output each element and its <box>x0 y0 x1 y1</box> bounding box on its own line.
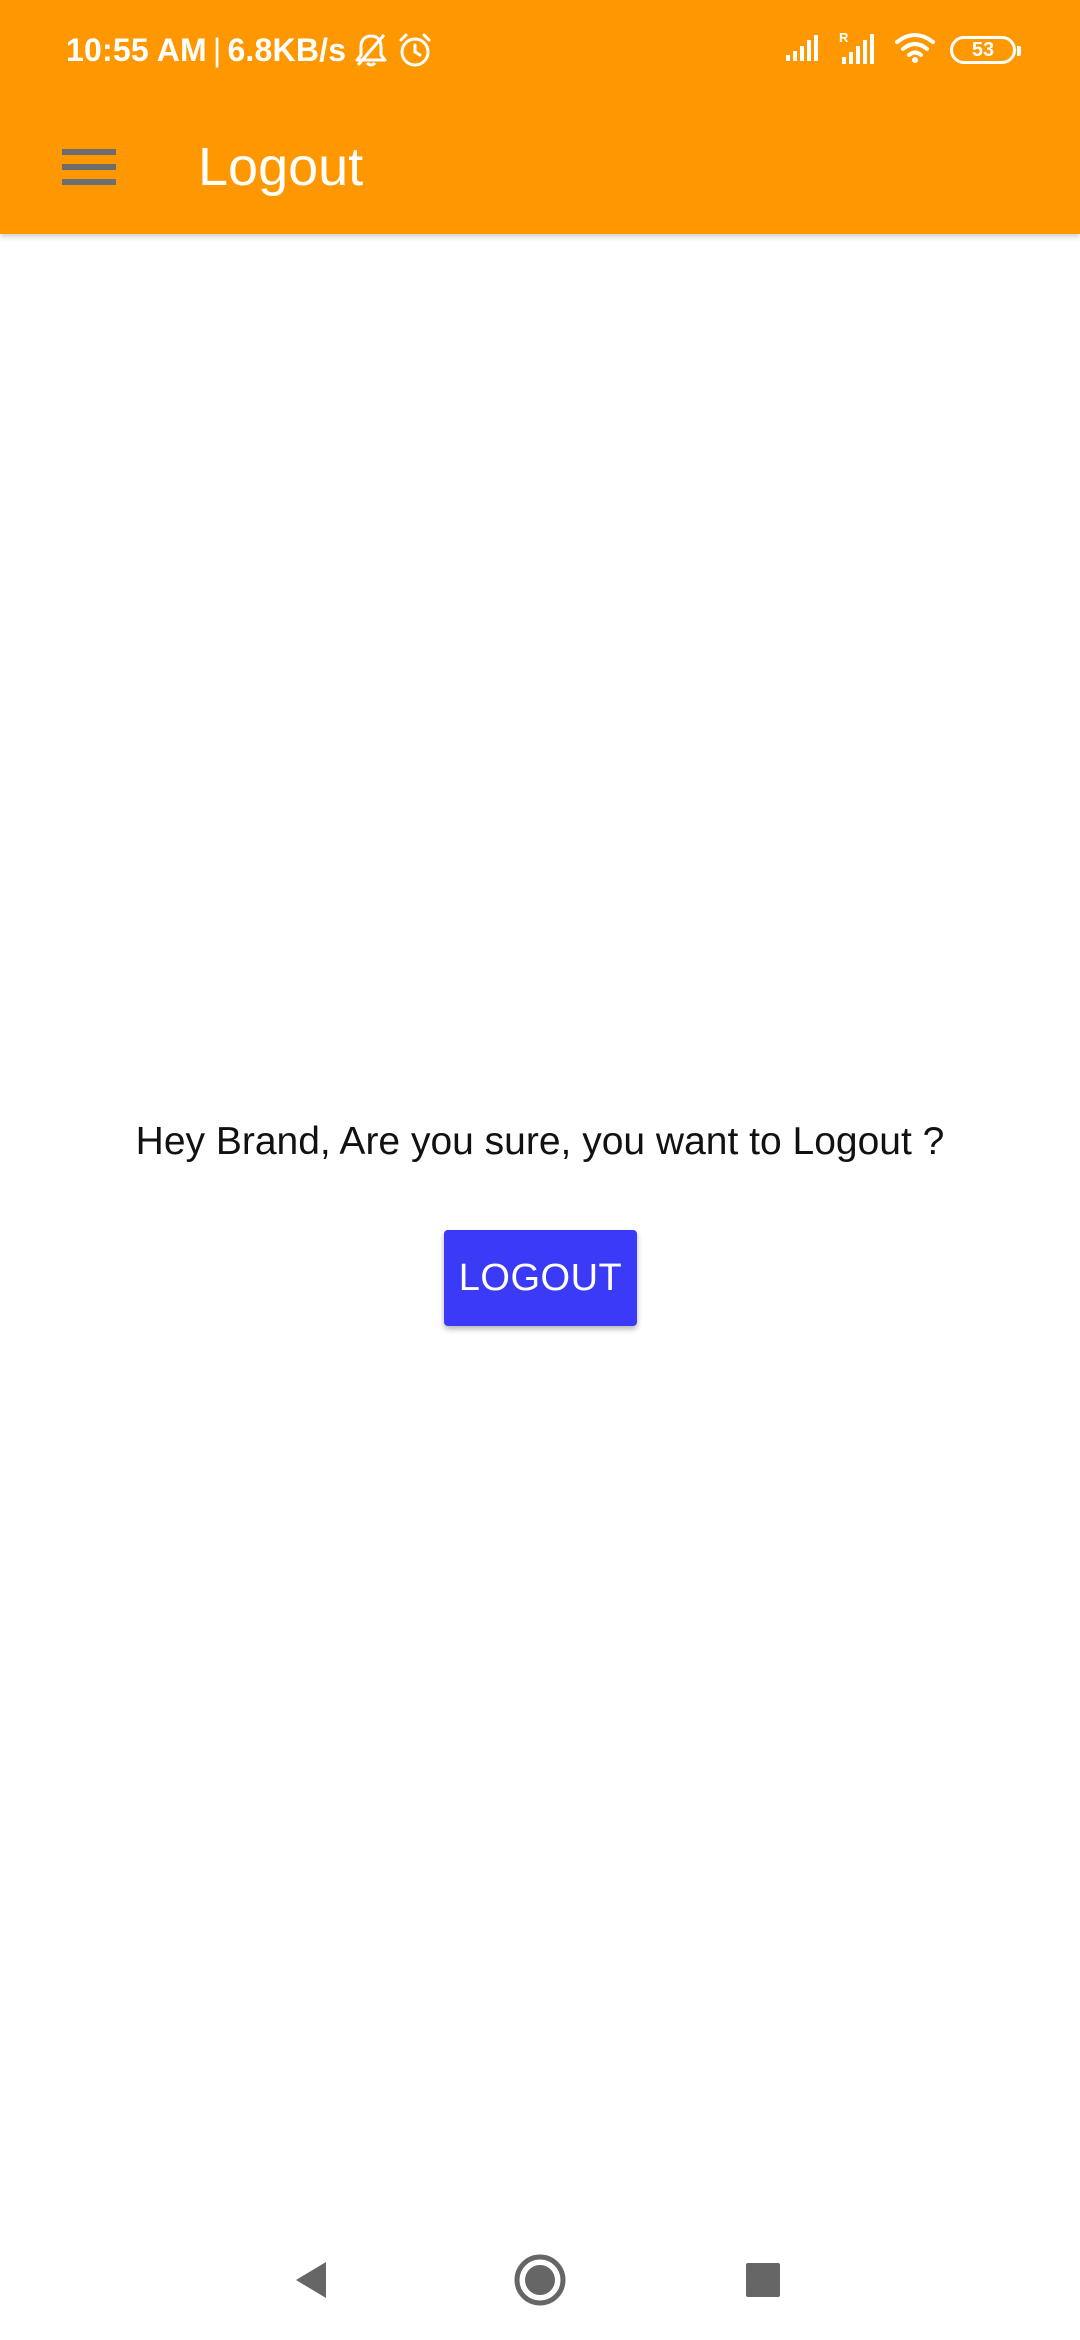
status-right: R 53 <box>784 28 1021 72</box>
menu-bar-top <box>62 149 116 155</box>
wifi-icon <box>894 32 936 69</box>
alarm-icon <box>396 31 434 69</box>
screen: 10:55 AM | 6.8KB/s R 53 Logout Hey Brand… <box>0 0 1080 2340</box>
status-time: 10:55 AM <box>66 31 207 68</box>
logout-button[interactable]: LOGOUT <box>444 1230 637 1326</box>
hamburger-menu-icon[interactable] <box>42 134 138 200</box>
battery-level: 53 <box>971 38 995 61</box>
menu-bar-bottom <box>62 179 116 185</box>
battery-icon: 53 <box>950 36 1021 64</box>
home-icon[interactable] <box>508 2248 572 2312</box>
back-icon[interactable] <box>280 2248 344 2312</box>
recent-apps-icon[interactable] <box>731 2248 795 2312</box>
signal-roaming-icon: R <box>838 30 880 71</box>
signal-icon <box>784 33 824 68</box>
svg-text:R: R <box>839 30 849 45</box>
system-nav-bar <box>0 2220 1080 2340</box>
app-bar: Logout <box>0 100 1080 234</box>
page-title: Logout <box>198 137 364 197</box>
logout-prompt-text: Hey Brand, Are you sure, you want to Log… <box>135 1120 945 1163</box>
status-separator: | <box>212 31 222 68</box>
status-network-speed: 6.8KB/s <box>227 31 347 68</box>
bell-off-icon <box>354 32 388 68</box>
menu-bar-middle <box>62 164 116 170</box>
status-bar: 10:55 AM | 6.8KB/s R 53 <box>0 0 1080 100</box>
status-left: 10:55 AM | 6.8KB/s <box>66 28 434 72</box>
